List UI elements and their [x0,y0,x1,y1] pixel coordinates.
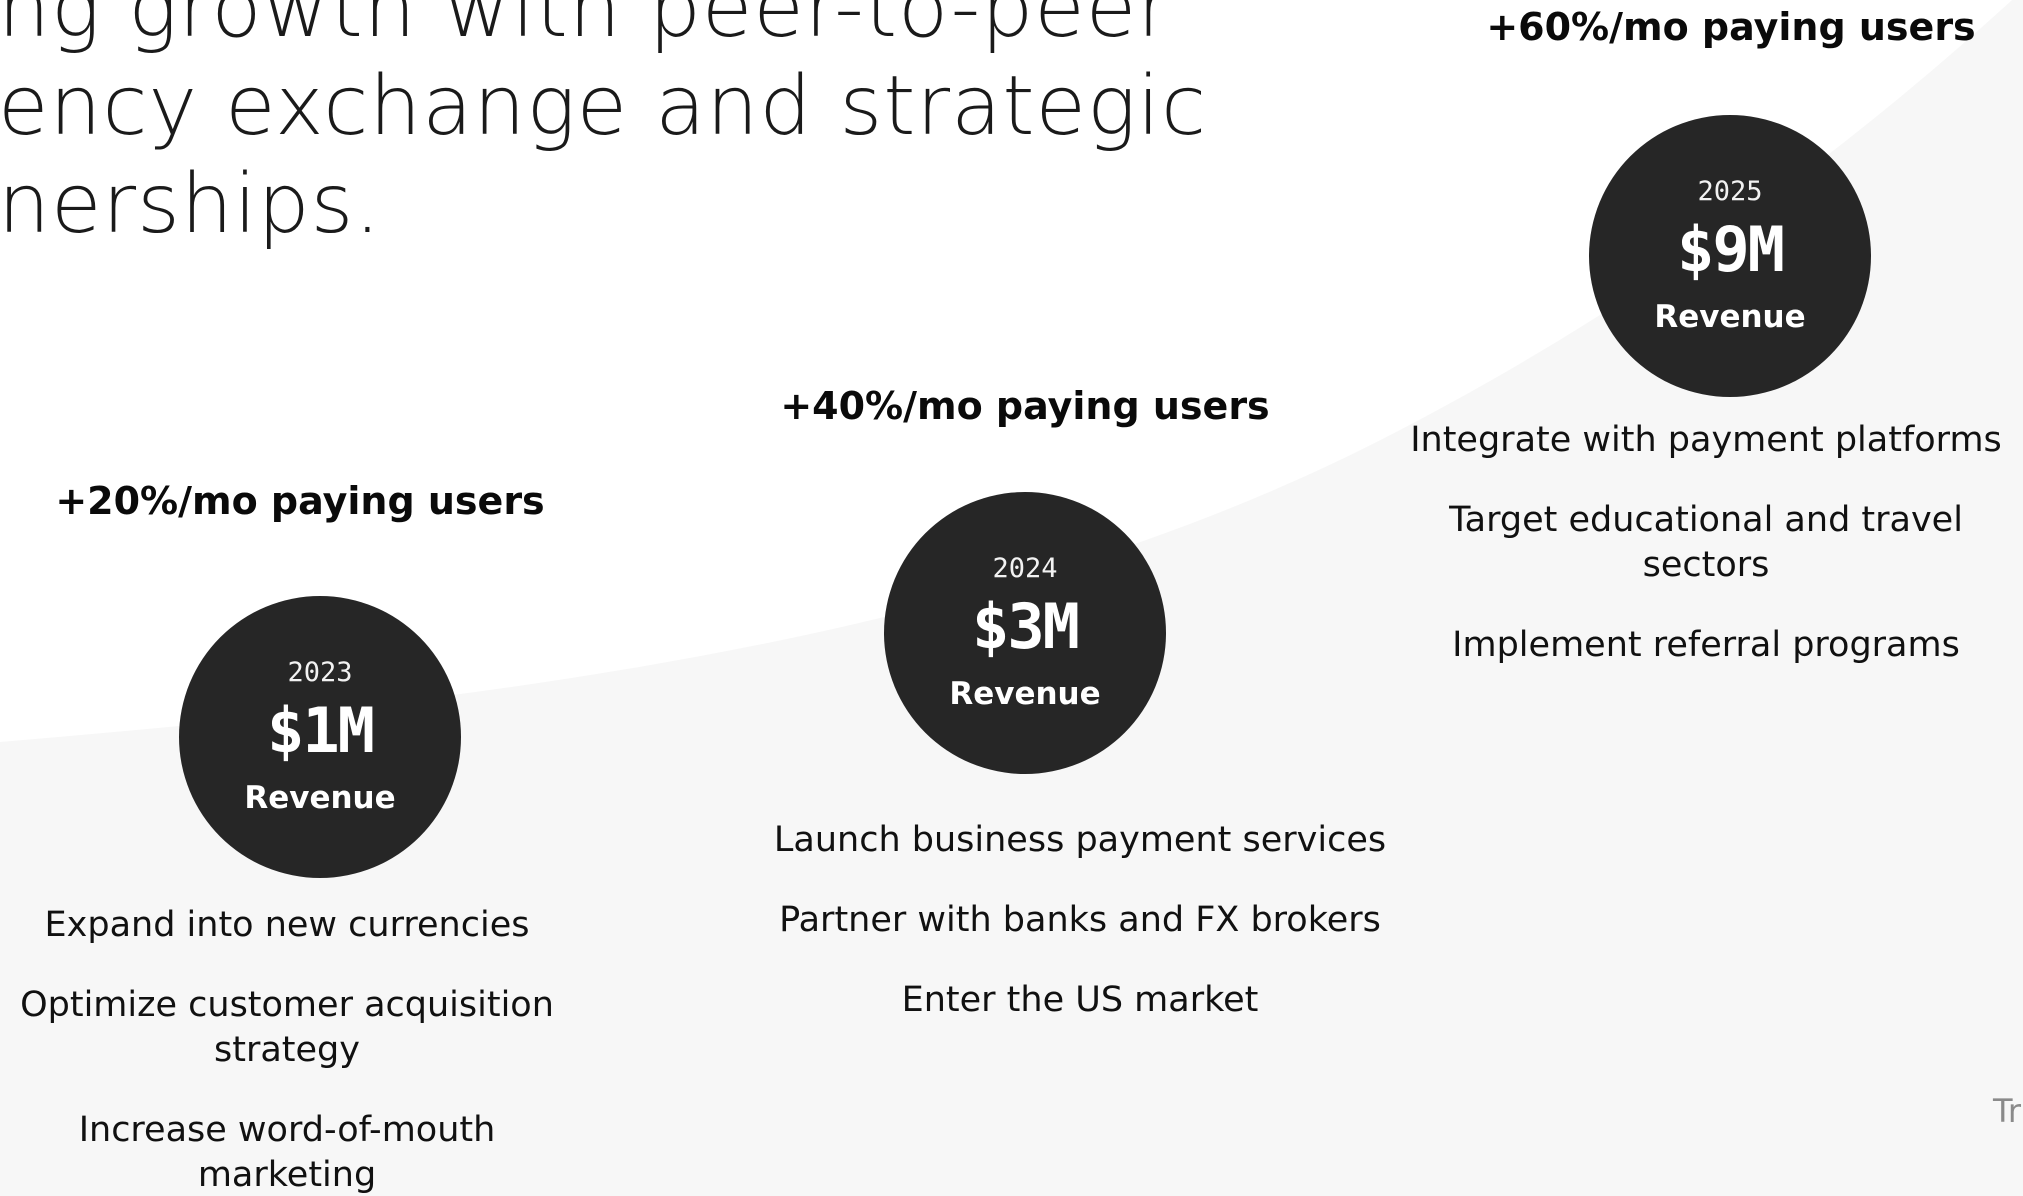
growth-rate-2024: +40%/mo paying users [780,384,1270,428]
milestone-revenue-label: Revenue [244,780,396,816]
milestone-circle-2023: 2023 $1M Revenue [179,596,461,878]
milestone-revenue-label: Revenue [1654,299,1806,335]
milestone-year: 2025 [1697,176,1763,207]
list-item: Expand into new currencies [44,905,530,945]
growth-rate-2025: +60%/mo paying users [1486,5,1976,49]
action-list-2023: Expand into new currencies Optimize cust… [0,903,577,1196]
growth-rate-2023: +20%/mo paying users [55,479,545,523]
milestone-revenue-amount: $1M [267,694,375,767]
action-list-2024: Launch business payment services Partner… [730,818,1430,1058]
milestone-revenue-amount: $3M [972,590,1080,663]
milestone-circle-2025: 2025 $9M Revenue [1589,115,1871,397]
headline-line-3: nerships. [0,157,382,252]
action-list-2025: Integrate with payment platforms Target … [1386,418,2023,703]
headline-line-1: ng growth with peer-to-peer [0,0,1172,56]
milestone-revenue-amount: $9M [1677,213,1785,286]
roadmap-slide: ng growth with peer-to-peer ency exchang… [0,0,2023,1196]
list-item: Integrate with payment platforms [1410,420,2002,460]
milestone-year: 2024 [992,553,1058,584]
milestone-circle-2024: 2024 $3M Revenue [884,492,1166,774]
milestone-year: 2023 [287,657,353,688]
list-item: Enter the US market [901,980,1259,1020]
headline-line-2: ency exchange and strategic [0,59,1208,154]
list-item: Launch business payment services [773,820,1387,860]
milestone-revenue-label: Revenue [949,676,1101,712]
slide-headline: ng growth with peer-to-peer ency exchang… [0,0,1208,254]
list-item: Increase word-of-mouth marketing [78,1110,496,1195]
list-item: Target educational and travel sectors [1449,500,1963,585]
list-item: Optimize customer acquisition strategy [20,985,554,1070]
list-item: Partner with banks and FX brokers [779,900,1381,940]
truncated-corner-text: Tr [1993,1092,2021,1130]
list-item: Implement referral programs [1452,625,1960,665]
